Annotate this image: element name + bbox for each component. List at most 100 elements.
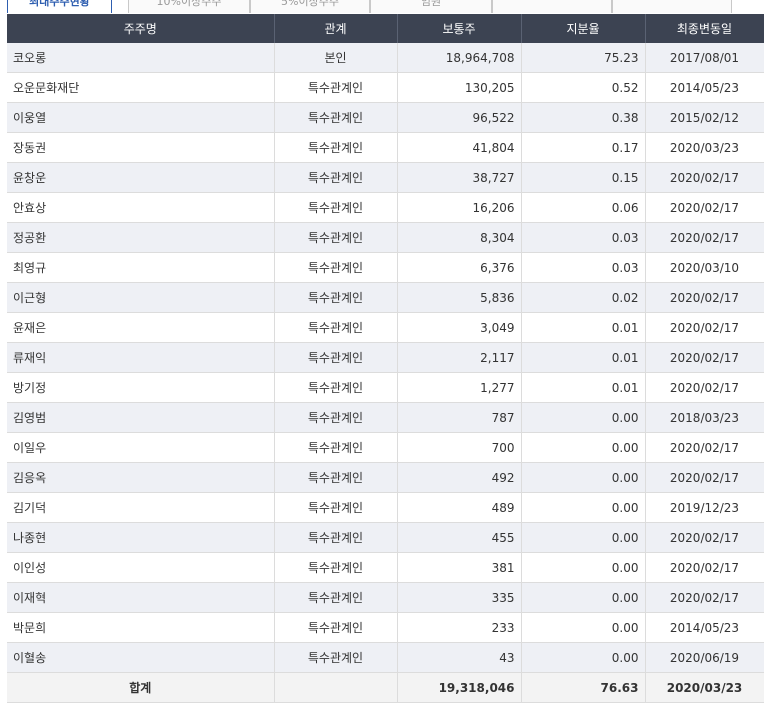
- cell-stake: 0.00: [521, 552, 646, 583]
- cell-name: 장동권: [7, 132, 275, 163]
- total-label: 합계: [7, 672, 275, 703]
- table-row: 이재혁 특수관계인 335 0.00 2020/02/17: [7, 582, 764, 613]
- cell-name: 김응옥: [7, 462, 275, 493]
- cell-date: 2020/02/17: [645, 372, 764, 403]
- cell-relation: 특수관계인: [274, 402, 398, 433]
- cell-stake: 0.02: [521, 282, 646, 313]
- cell-stake: 0.00: [521, 492, 646, 523]
- tab-5pct-shareholders[interactable]: 5%이상주주: [250, 0, 370, 13]
- cell-relation: 특수관계인: [274, 372, 398, 403]
- cell-shares: 5,836: [397, 282, 522, 313]
- cell-shares: 335: [397, 582, 522, 613]
- table-row: 류재익 특수관계인 2,117 0.01 2020/02/17: [7, 342, 764, 373]
- table-row: 이혈송 특수관계인 43 0.00 2020/06/19: [7, 642, 764, 673]
- table-row: 이일우 특수관계인 700 0.00 2020/02/17: [7, 432, 764, 463]
- table-row: 나종현 특수관계인 455 0.00 2020/02/17: [7, 522, 764, 553]
- cell-shares: 489: [397, 492, 522, 523]
- col-header-relation: 관계: [274, 14, 398, 43]
- cell-shares: 16,206: [397, 192, 522, 223]
- tab-6[interactable]: [612, 0, 732, 13]
- cell-relation: 특수관계인: [274, 642, 398, 673]
- cell-stake: 0.15: [521, 162, 646, 193]
- cell-name: 윤창운: [7, 162, 275, 193]
- cell-date: 2020/02/17: [645, 282, 764, 313]
- cell-date: 2020/02/17: [645, 162, 764, 193]
- cell-stake: 0.06: [521, 192, 646, 223]
- cell-relation: 특수관계인: [274, 72, 398, 103]
- cell-shares: 43: [397, 642, 522, 673]
- table-row: 안효상 특수관계인 16,206 0.06 2020/02/17: [7, 192, 764, 223]
- cell-date: 2020/02/17: [645, 342, 764, 373]
- cell-date: 2020/02/17: [645, 582, 764, 613]
- cell-date: 2020/06/19: [645, 642, 764, 673]
- table-row: 이인성 특수관계인 381 0.00 2020/02/17: [7, 552, 764, 583]
- cell-relation: 특수관계인: [274, 102, 398, 133]
- cell-stake: 0.01: [521, 342, 646, 373]
- cell-shares: 455: [397, 522, 522, 553]
- cell-shares: 2,117: [397, 342, 522, 373]
- total-date: 2020/03/23: [645, 672, 764, 703]
- tab-5[interactable]: [492, 0, 612, 13]
- cell-date: 2020/03/23: [645, 132, 764, 163]
- cell-relation: 특수관계인: [274, 222, 398, 253]
- cell-date: 2020/02/17: [645, 552, 764, 583]
- cell-date: 2018/03/23: [645, 402, 764, 433]
- cell-name: 나종현: [7, 522, 275, 553]
- table-row: 코오롱 본인 18,964,708 75.23 2017/08/01: [7, 43, 764, 73]
- cell-name: 오운문화재단: [7, 72, 275, 103]
- cell-date: 2014/05/23: [645, 612, 764, 643]
- cell-shares: 18,964,708: [397, 43, 522, 73]
- cell-shares: 3,049: [397, 312, 522, 343]
- cell-relation: 특수관계인: [274, 462, 398, 493]
- cell-relation: 특수관계인: [274, 282, 398, 313]
- cell-relation: 본인: [274, 43, 398, 73]
- tab-executives[interactable]: 임원: [370, 0, 492, 13]
- cell-stake: 0.03: [521, 252, 646, 283]
- cell-shares: 233: [397, 612, 522, 643]
- cell-name: 이근형: [7, 282, 275, 313]
- cell-relation: 특수관계인: [274, 432, 398, 463]
- cell-name: 이혈송: [7, 642, 275, 673]
- table-row: 윤창운 특수관계인 38,727 0.15 2020/02/17: [7, 162, 764, 193]
- cell-date: 2020/03/10: [645, 252, 764, 283]
- cell-shares: 38,727: [397, 162, 522, 193]
- cell-relation: 특수관계인: [274, 492, 398, 523]
- cell-stake: 0.00: [521, 612, 646, 643]
- table-row: 장동권 특수관계인 41,804 0.17 2020/03/23: [7, 132, 764, 163]
- cell-stake: 0.38: [521, 102, 646, 133]
- cell-date: 2020/02/17: [645, 432, 764, 463]
- cell-name: 박문희: [7, 612, 275, 643]
- cell-shares: 8,304: [397, 222, 522, 253]
- cell-date: 2020/02/17: [645, 192, 764, 223]
- cell-name: 안효상: [7, 192, 275, 223]
- table-body: 코오롱 본인 18,964,708 75.23 2017/08/01 오운문화재단 특수관계…: [7, 43, 764, 703]
- tab-major-shareholders[interactable]: 최대주주현황: [7, 0, 112, 13]
- cell-stake: 0.00: [521, 642, 646, 673]
- cell-stake: 75.23: [521, 43, 646, 73]
- table-row: 김기덕 특수관계인 489 0.00 2019/12/23: [7, 492, 764, 523]
- table-row: 이웅열 특수관계인 96,522 0.38 2015/02/12: [7, 102, 764, 133]
- total-relation-empty: [274, 672, 398, 703]
- cell-shares: 787: [397, 402, 522, 433]
- table-row: 박문희 특수관계인 233 0.00 2014/05/23: [7, 612, 764, 643]
- cell-stake: 0.01: [521, 312, 646, 343]
- cell-name: 방기정: [7, 372, 275, 403]
- cell-relation: 특수관계인: [274, 162, 398, 193]
- tab-10pct-shareholders[interactable]: 10%이상주주: [128, 0, 250, 13]
- cell-shares: 130,205: [397, 72, 522, 103]
- cell-stake: 0.00: [521, 402, 646, 433]
- cell-date: 2020/02/17: [645, 312, 764, 343]
- cell-stake: 0.00: [521, 432, 646, 463]
- cell-name: 김영범: [7, 402, 275, 433]
- shareholder-table: 주주명 관계 보통주 지분율 최종변동일 코오롱 본인 18,964,708 75.2…: [7, 14, 764, 703]
- cell-date: 2020/02/17: [645, 222, 764, 253]
- total-stake: 76.63: [521, 672, 646, 703]
- cell-relation: 특수관계인: [274, 252, 398, 283]
- cell-name: 김기덕: [7, 492, 275, 523]
- cell-name: 정공환: [7, 222, 275, 253]
- cell-shares: 6,376: [397, 252, 522, 283]
- table-row: 이근형 특수관계인 5,836 0.02 2020/02/17: [7, 282, 764, 313]
- cell-name: 류재익: [7, 342, 275, 373]
- cell-stake: 0.01: [521, 372, 646, 403]
- cell-date: 2020/02/17: [645, 462, 764, 493]
